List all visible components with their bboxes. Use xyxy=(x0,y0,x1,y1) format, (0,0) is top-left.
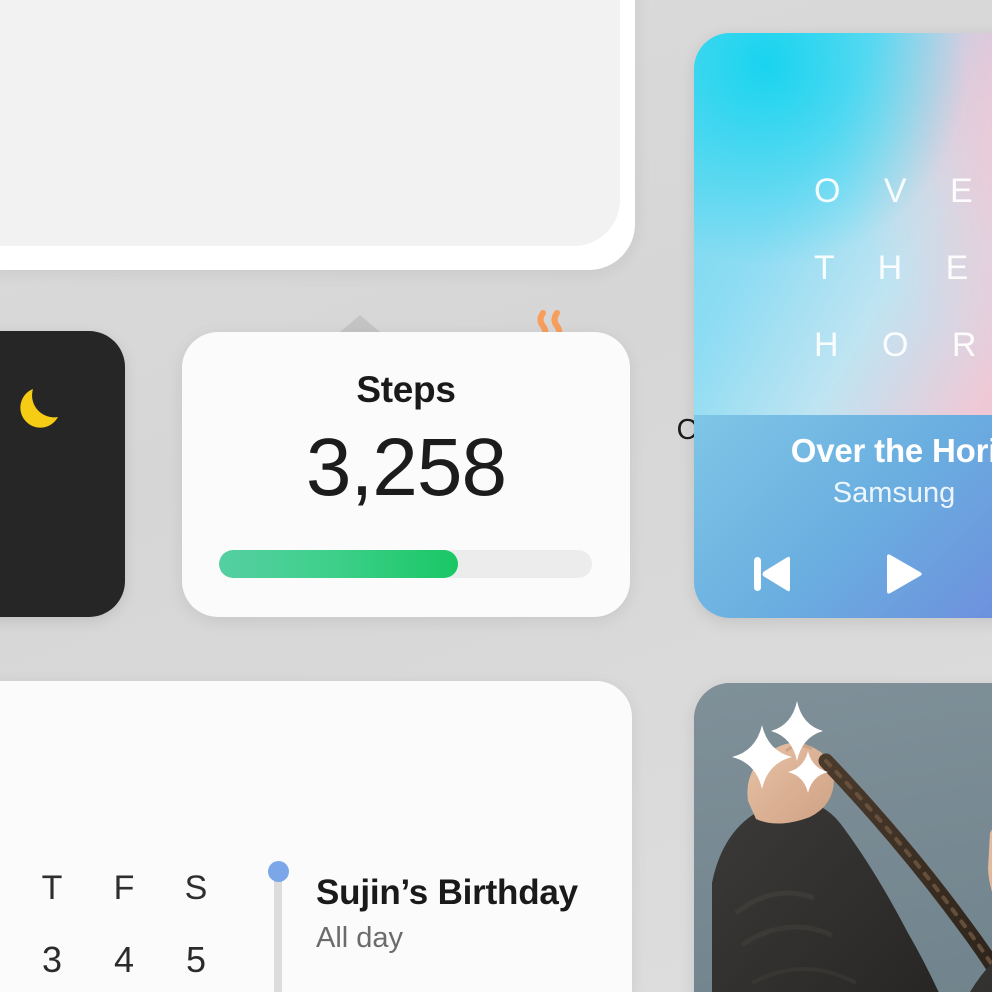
do-not-disturb-card[interactable] xyxy=(0,331,125,617)
quick-settings-panel xyxy=(0,0,620,246)
calendar-timeline-rail xyxy=(274,878,282,992)
album-art-title: O V E R T H E H O R I Z O N xyxy=(814,153,992,384)
music-player-card[interactable]: O V E R T H E H O R I Z O N Over the Hor… xyxy=(694,33,992,618)
crescent-moon-icon xyxy=(14,383,66,435)
calendar-card[interactable]: T 3 F 4 S 5 Sujin’s Birthday All day xyxy=(0,681,632,992)
calendar-day-number: 3 xyxy=(41,939,63,980)
calendar-day-number: 4 xyxy=(113,939,135,980)
music-controls xyxy=(742,545,992,603)
calendar-event-title: Sujin’s Birthday xyxy=(316,873,578,912)
home-screen: Going out Break time xyxy=(0,0,992,992)
music-info: Over the Hori Samsung xyxy=(694,415,992,618)
album-art-line: H O R I Z O N xyxy=(814,326,992,364)
calendar-day-number: 5 xyxy=(185,939,207,980)
calendar-day-column[interactable]: S 5 xyxy=(160,871,232,978)
album-art-line: T H E xyxy=(814,249,986,287)
play-icon[interactable] xyxy=(872,545,930,603)
sparkles-icon xyxy=(732,701,828,793)
calendar-event[interactable]: Sujin’s Birthday All day xyxy=(316,873,578,955)
steps-value: 3,258 xyxy=(305,422,507,513)
calendar-day-letter: F xyxy=(113,869,135,907)
calendar-event-dot xyxy=(268,861,289,882)
steps-title: Steps xyxy=(356,369,456,410)
album-art: O V E R T H E H O R I Z O N xyxy=(694,33,992,415)
album-art-line: O V E R xyxy=(814,172,992,210)
calendar-day-column[interactable]: T 3 xyxy=(16,871,88,978)
photo-card[interactable] xyxy=(694,683,992,992)
calendar-day-row: T 3 F 4 S 5 xyxy=(16,871,246,978)
previous-track-icon[interactable] xyxy=(742,545,800,603)
calendar-day-letter: S xyxy=(184,869,208,907)
music-track-title: Over the Hori xyxy=(790,432,992,469)
steps-progress-fill xyxy=(219,550,458,578)
steps-progress-track xyxy=(219,550,592,578)
calendar-day-column[interactable]: F 4 xyxy=(88,871,160,978)
steps-card[interactable]: Steps 3,258 xyxy=(182,332,630,617)
calendar-day-letter: T xyxy=(41,869,63,907)
music-artist: Samsung xyxy=(832,477,956,509)
calendar-event-subtitle: All day xyxy=(316,922,404,954)
